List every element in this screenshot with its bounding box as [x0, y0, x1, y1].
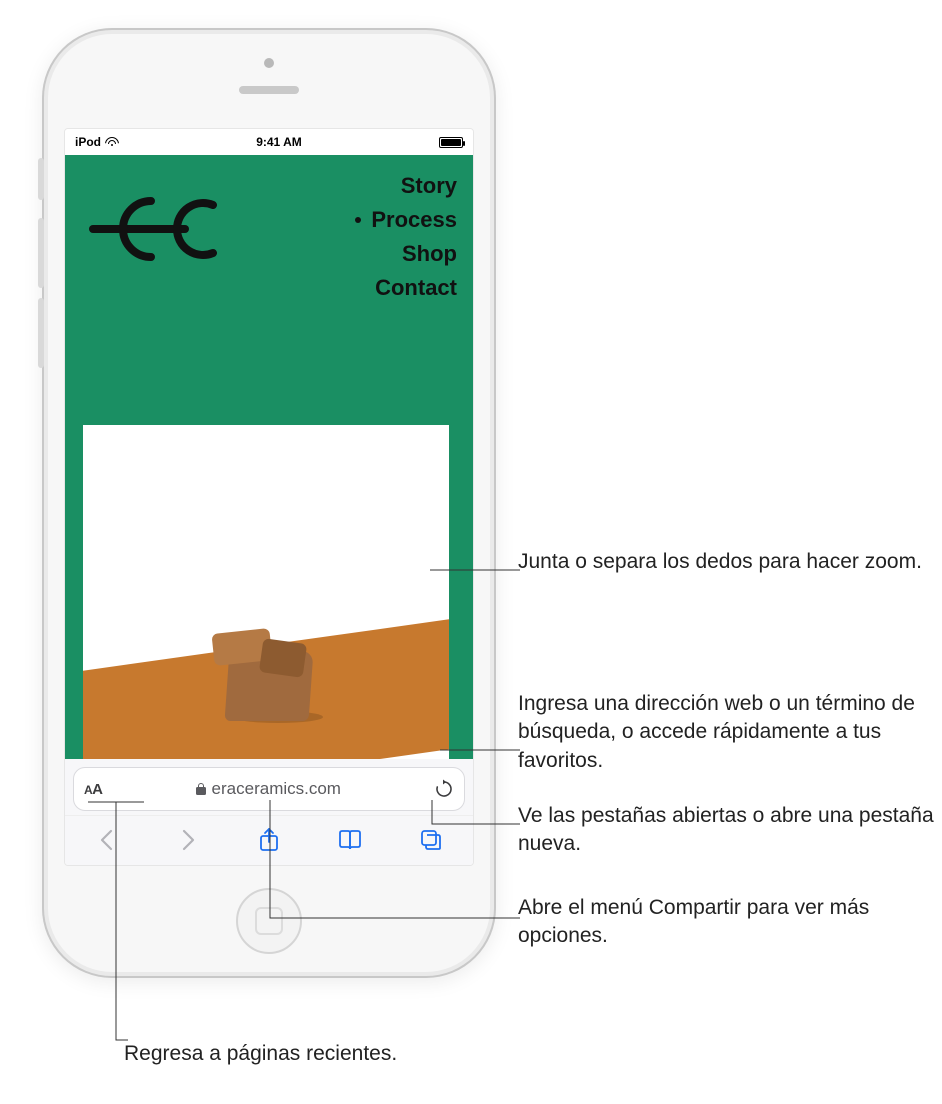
address-bar[interactable]: AA eraceramics.com — [73, 767, 465, 811]
nav-item-story[interactable]: Story — [371, 169, 457, 203]
callout-address: Ingresa una dirección web o un término d… — [518, 690, 938, 775]
callout-share: Abre el menú Compartir para ver más opci… — [518, 894, 938, 951]
safari-toolbar — [65, 815, 473, 865]
reader-view-button[interactable]: AA — [84, 781, 103, 798]
url-field[interactable]: eraceramics.com — [111, 779, 426, 799]
callout-history: Regresa a páginas recientes. — [124, 1040, 397, 1068]
site-logo[interactable] — [89, 189, 239, 274]
front-camera — [264, 58, 274, 68]
home-button[interactable] — [236, 888, 302, 954]
nav-item-contact[interactable]: Contact — [371, 271, 457, 305]
site-nav: Story Process Shop Contact — [371, 169, 457, 305]
forward-button[interactable] — [166, 818, 210, 862]
nav-item-shop[interactable]: Shop — [371, 237, 457, 271]
ipod-device-frame: iPod 9:41 AM — [42, 28, 496, 978]
share-button[interactable] — [247, 818, 291, 862]
url-text: eraceramics.com — [212, 779, 341, 799]
earpiece — [239, 86, 299, 94]
bookmarks-button[interactable] — [328, 818, 372, 862]
carrier-label: iPod — [75, 135, 101, 149]
webpage-content[interactable]: Story Process Shop Contact — [65, 155, 473, 759]
volume-up-button — [38, 218, 44, 288]
address-bar-container: AA eraceramics.com — [65, 759, 473, 815]
callout-tabs: Ve las pestañas abiertas o abre una pest… — [518, 802, 938, 859]
battery-icon — [439, 137, 463, 148]
lock-icon — [196, 783, 206, 795]
back-button[interactable] — [85, 818, 129, 862]
tabs-button[interactable] — [409, 818, 453, 862]
side-button — [38, 158, 44, 200]
hero-image — [83, 425, 449, 759]
status-time: 9:41 AM — [256, 135, 302, 149]
reload-icon[interactable] — [434, 779, 454, 799]
nav-item-process[interactable]: Process — [371, 203, 457, 237]
callout-zoom: Junta o separa los dedos para hacer zoom… — [518, 548, 922, 576]
device-screen: iPod 9:41 AM — [64, 128, 474, 866]
status-bar: iPod 9:41 AM — [65, 129, 473, 155]
wifi-icon — [105, 137, 119, 147]
volume-down-button — [38, 298, 44, 368]
